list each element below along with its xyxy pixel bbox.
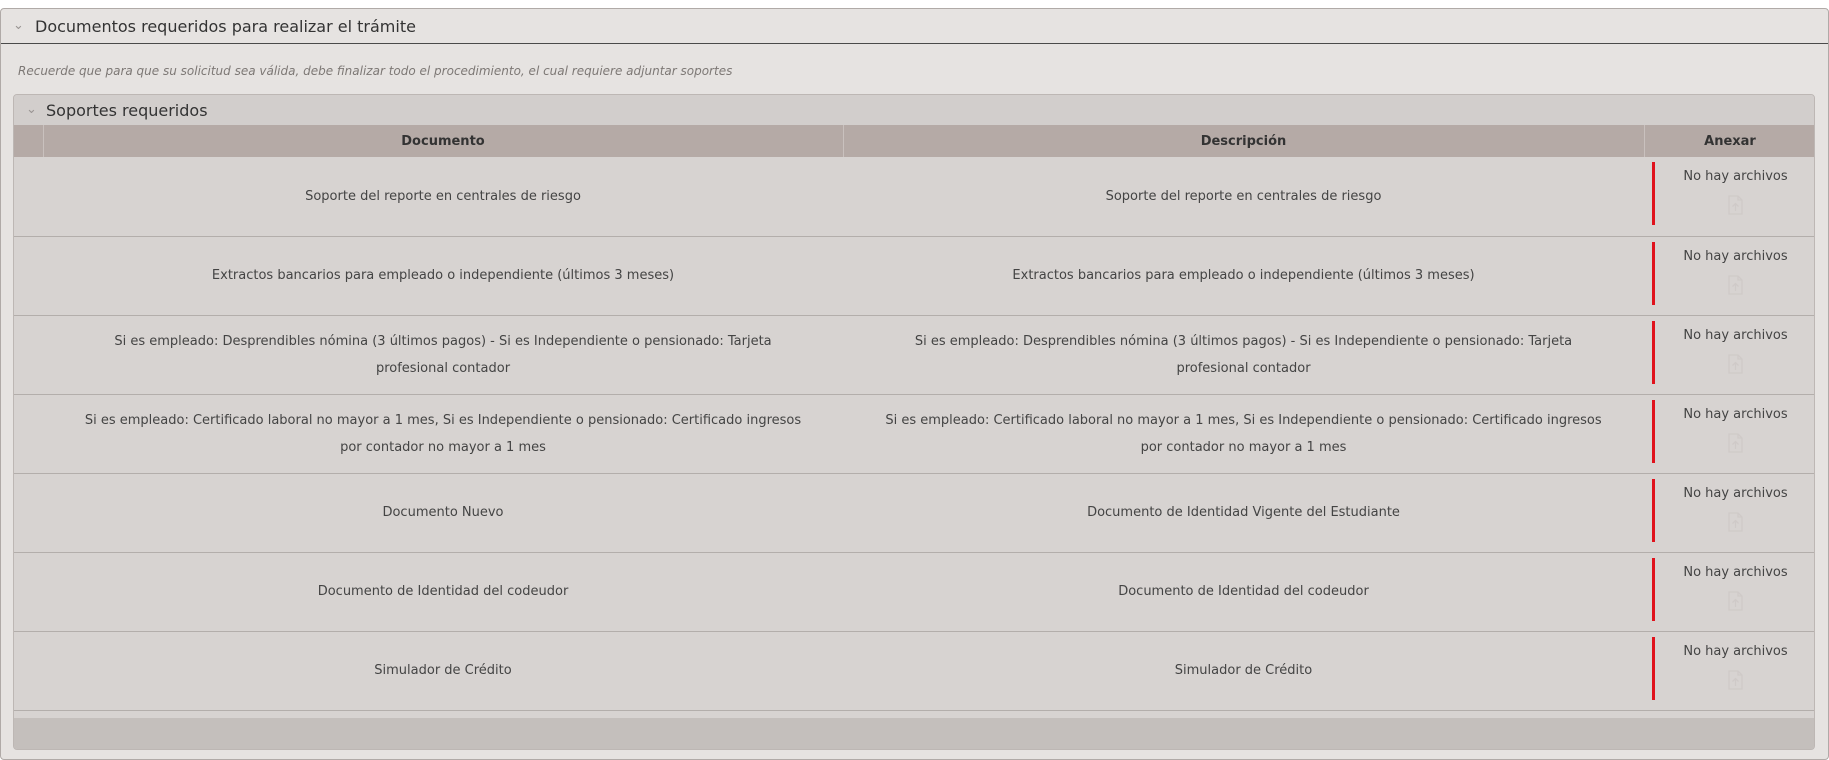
document-name-cell: Documento de Identidad del codeudor	[43, 552, 843, 632]
required-marker: No hay archivos	[1652, 399, 1814, 463]
document-description-cell: Documento de Identidad Vigente del Estud…	[843, 473, 1644, 553]
no-files-label: No hay archivos	[1683, 327, 1788, 343]
table-row: Si es empleado: Desprendibles nómina (3 …	[14, 315, 1814, 395]
column-header-descripcion[interactable]: Descripción	[843, 125, 1645, 157]
column-header-documento[interactable]: Documento	[43, 125, 844, 157]
required-marker: No hay archivos	[1652, 162, 1814, 225]
attach-cell: No hay archivos	[1644, 157, 1814, 237]
attach-cell: No hay archivos	[1644, 315, 1814, 395]
documents-panel: ⌄ Documentos requeridos para realizar el…	[0, 8, 1829, 760]
required-marker: No hay archivos	[1652, 636, 1814, 700]
required-marker: No hay archivos	[1652, 478, 1814, 542]
supports-panel-header[interactable]: ⌄ Soportes requeridos	[14, 95, 1814, 125]
required-marker: No hay archivos	[1652, 557, 1814, 621]
document-description-cell: Si es empleado: Certificado laboral no m…	[843, 394, 1644, 474]
chevron-down-icon[interactable]: ⌄	[13, 18, 31, 33]
document-description-cell: Simulador de Crédito	[843, 631, 1644, 711]
submission-notice: Recuerde que para que su solicitud sea v…	[18, 64, 733, 78]
supports-table: Documento Descripción Anexar Soporte del…	[14, 125, 1814, 711]
row-spacer	[14, 157, 43, 237]
header-spacer	[14, 125, 44, 157]
chevron-down-icon[interactable]: ⌄	[26, 102, 44, 117]
row-spacer	[14, 394, 43, 474]
upload-file-icon[interactable]	[1725, 274, 1747, 296]
document-name-cell: Extractos bancarios para empleado o inde…	[43, 236, 843, 316]
attach-cell: No hay archivos	[1644, 394, 1814, 474]
row-spacer	[14, 473, 43, 553]
attach-cell: No hay archivos	[1644, 236, 1814, 316]
document-description-cell: Documento de Identidad del codeudor	[843, 552, 1644, 632]
upload-file-icon[interactable]	[1725, 511, 1747, 533]
row-spacer	[14, 552, 43, 632]
required-marker: No hay archivos	[1652, 320, 1814, 384]
attach-cell: No hay archivos	[1644, 473, 1814, 553]
required-marker: No hay archivos	[1652, 241, 1814, 305]
no-files-label: No hay archivos	[1683, 643, 1788, 659]
table-row: Extractos bancarios para empleado o inde…	[14, 236, 1814, 316]
column-header-anexar[interactable]: Anexar	[1644, 125, 1814, 157]
row-spacer	[14, 236, 43, 316]
attach-cell: No hay archivos	[1644, 631, 1814, 711]
supports-table-body: Soporte del reporte en centrales de ries…	[14, 157, 1814, 711]
table-row: Documento de Identidad del codeudor Docu…	[14, 552, 1814, 632]
no-files-label: No hay archivos	[1683, 406, 1788, 422]
document-name-cell: Si es empleado: Desprendibles nómina (3 …	[43, 315, 843, 395]
table-row: Soporte del reporte en centrales de ries…	[14, 157, 1814, 237]
supports-panel-title: Soportes requeridos	[46, 100, 208, 120]
table-row: Si es empleado: Certificado laboral no m…	[14, 394, 1814, 474]
no-files-label: No hay archivos	[1683, 169, 1788, 184]
upload-file-icon[interactable]	[1725, 590, 1747, 612]
table-footer	[14, 718, 1814, 749]
document-name-cell: Simulador de Crédito	[43, 631, 843, 711]
no-files-label: No hay archivos	[1683, 564, 1788, 580]
supports-panel: ⌄ Soportes requeridos Documento Descripc…	[13, 94, 1815, 750]
documents-panel-title: Documentos requeridos para realizar el t…	[35, 16, 416, 36]
document-description-cell: Extractos bancarios para empleado o inde…	[843, 236, 1644, 316]
document-description-cell: Soporte del reporte en centrales de ries…	[843, 157, 1644, 237]
no-files-label: No hay archivos	[1683, 248, 1788, 264]
table-row: Documento Nuevo Documento de Identidad V…	[14, 473, 1814, 553]
row-spacer	[14, 315, 43, 395]
documents-panel-header[interactable]: ⌄ Documentos requeridos para realizar el…	[1, 9, 1828, 44]
document-name-cell: Si es empleado: Certificado laboral no m…	[43, 394, 843, 474]
attach-cell: No hay archivos	[1644, 552, 1814, 632]
row-spacer	[14, 631, 43, 711]
upload-file-icon[interactable]	[1725, 669, 1747, 691]
document-description-cell: Si es empleado: Desprendibles nómina (3 …	[843, 315, 1644, 395]
no-files-label: No hay archivos	[1683, 485, 1788, 501]
document-name-cell: Documento Nuevo	[43, 473, 843, 553]
upload-file-icon[interactable]	[1725, 194, 1747, 216]
table-header-row: Documento Descripción Anexar	[14, 125, 1814, 157]
upload-file-icon[interactable]	[1725, 353, 1747, 375]
document-name-cell: Soporte del reporte en centrales de ries…	[43, 157, 843, 237]
upload-file-icon[interactable]	[1725, 432, 1747, 454]
table-row: Simulador de Crédito Simulador de Crédit…	[14, 631, 1814, 711]
